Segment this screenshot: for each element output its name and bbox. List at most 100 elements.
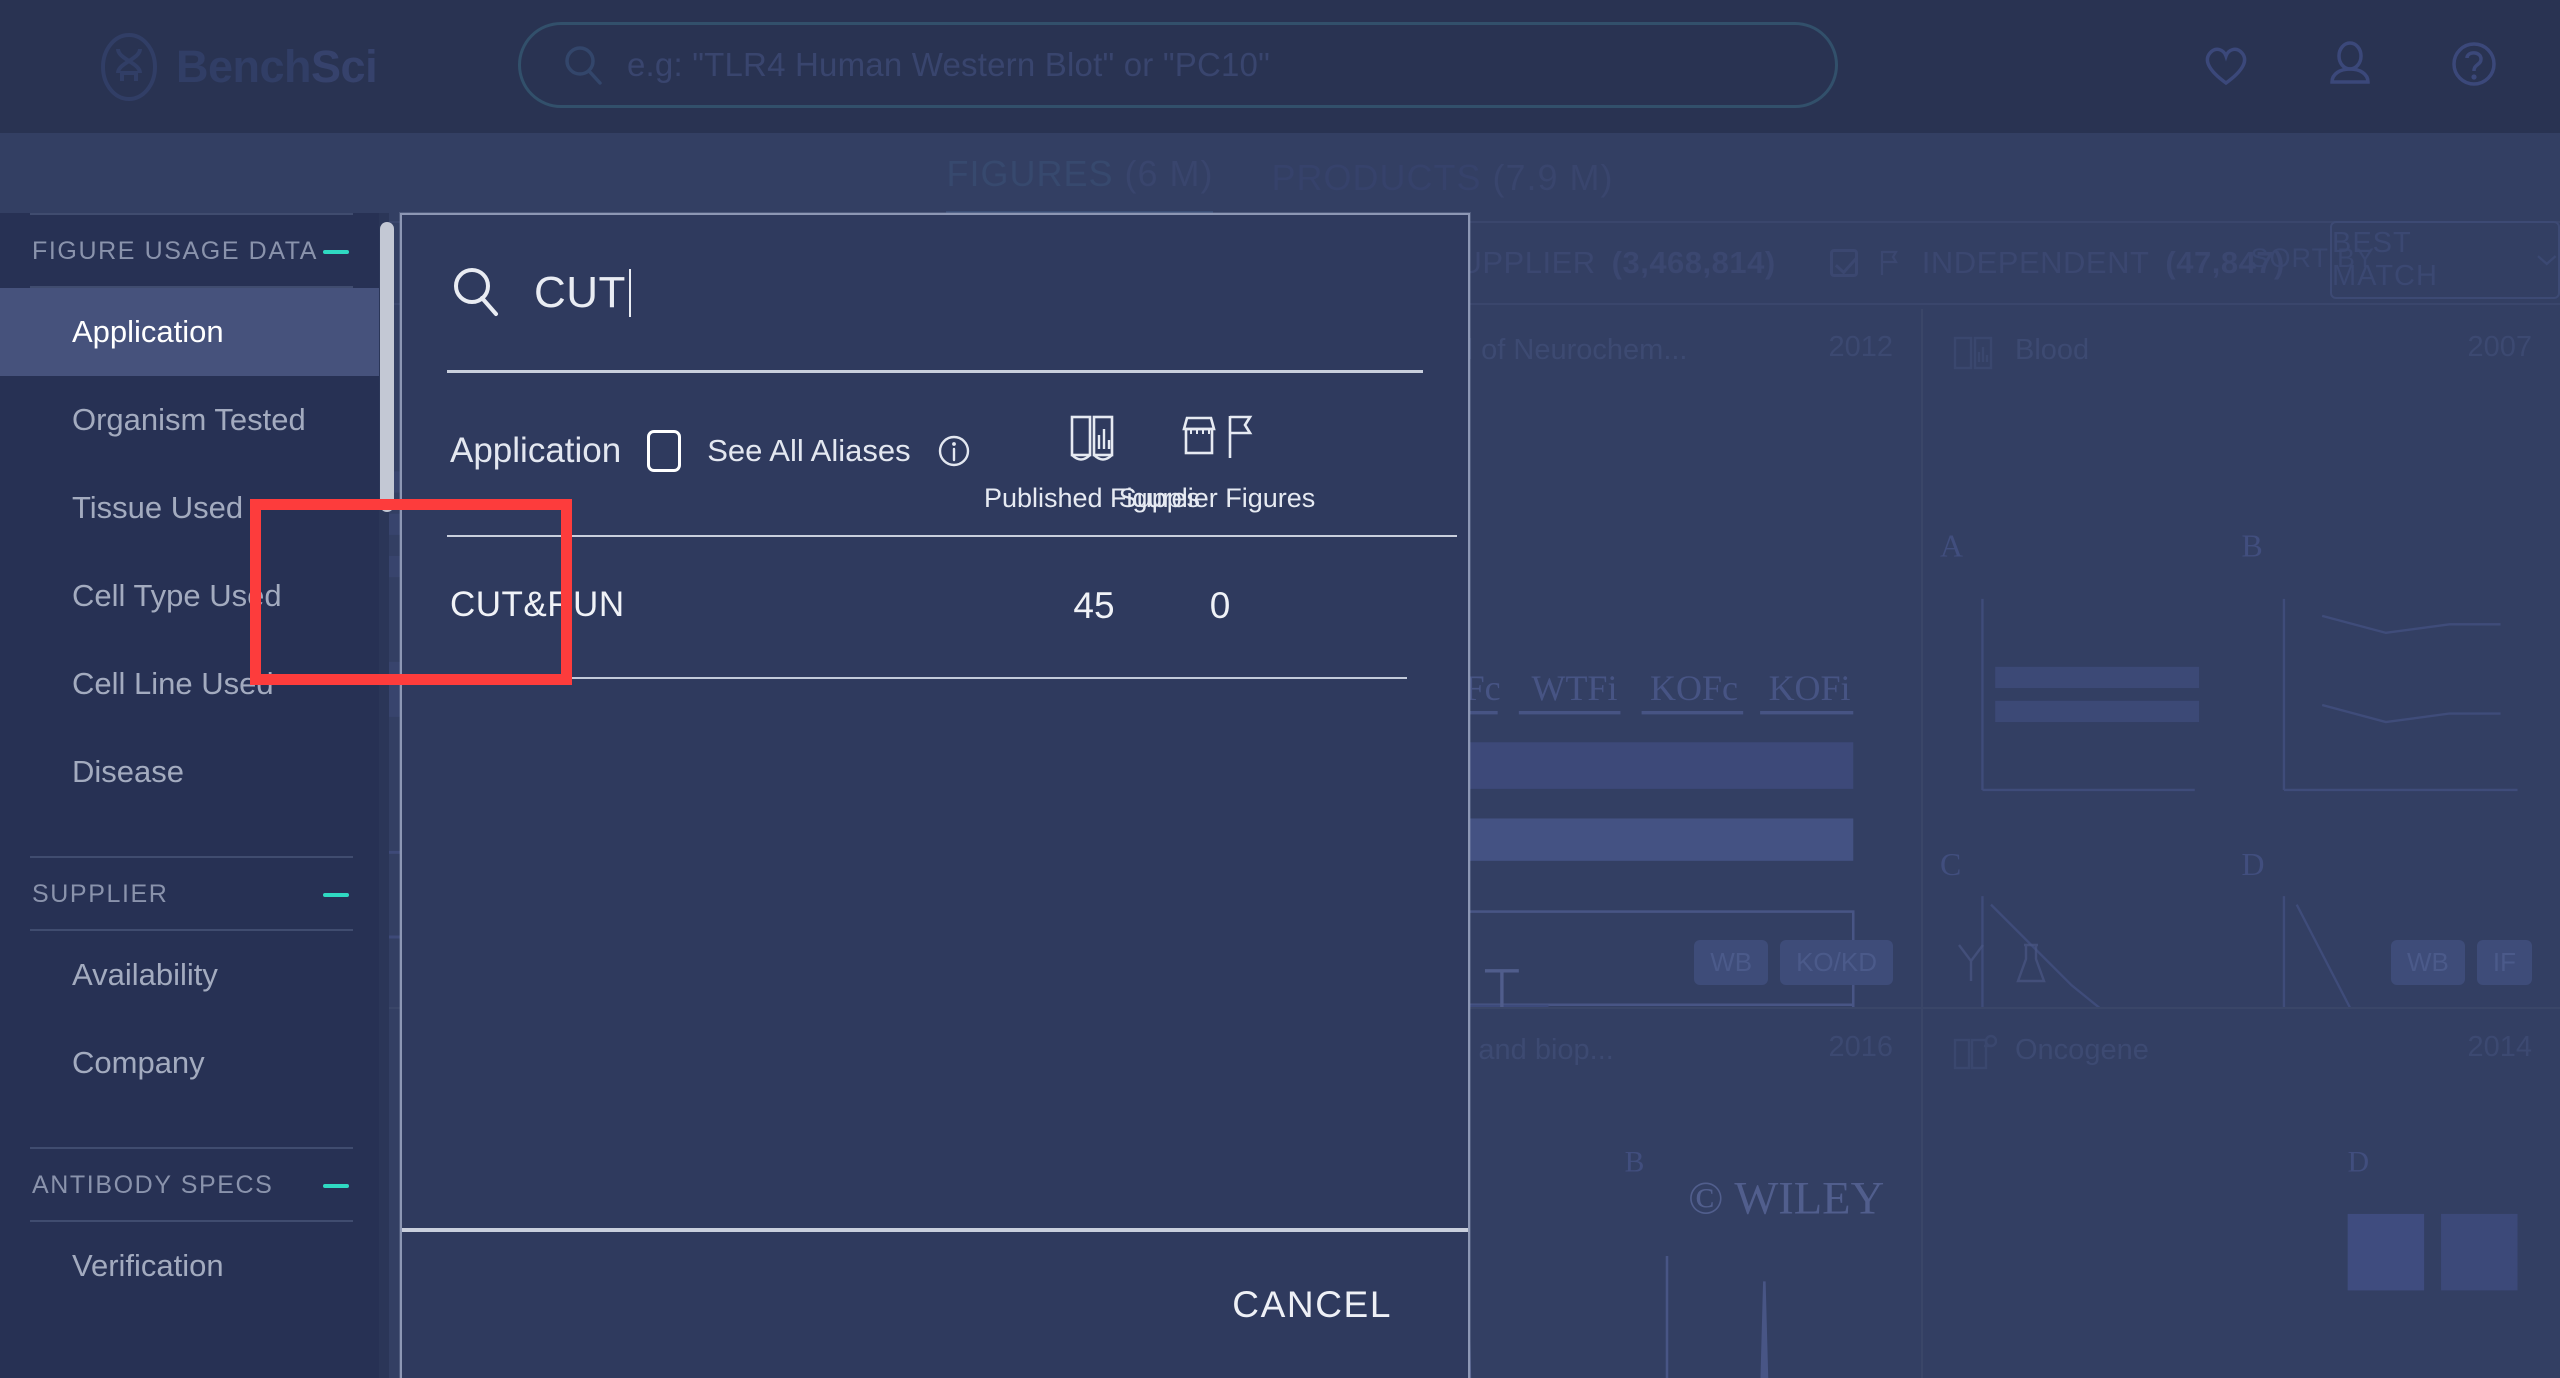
independent-icon [1880, 250, 1898, 275]
card-badges: WB IF [2391, 940, 2532, 985]
logo-bench: Bench [176, 40, 312, 92]
benchsci-logo-text: BenchSci [176, 40, 378, 93]
antibody-icon [1958, 943, 1984, 981]
card-header: Oncogene 2014 [1951, 1031, 2532, 1077]
modal-footer: CANCEL [402, 1228, 1468, 1378]
sidebar-item-label: Application [72, 314, 224, 349]
benchsci-logo[interactable]: BenchSci [98, 31, 378, 103]
modal-col-supplier-figures: Supplier Figures [1102, 411, 1332, 514]
svg-text:KOFi: KOFi [1769, 668, 1851, 708]
figure-card[interactable]: Blood 2007 AB CD EF WB IF [1923, 309, 2560, 1009]
card-year: 2016 [1828, 1031, 1893, 1063]
sidebar-section-title: ANTIBODY SPECS [32, 1171, 274, 1199]
results-tabs: FIGURES (6 M) PRODUCTS (7.9 M) [0, 153, 2560, 215]
published-journal-icon [1953, 336, 1993, 370]
tab-products-label: PRODUCTS [1271, 157, 1482, 198]
tab-products[interactable]: PRODUCTS (7.9 M) [1271, 157, 1613, 215]
filter-independent-label: INDEPENDENT [1921, 245, 2150, 280]
global-search-bar[interactable]: e.g: "TLR4 Human Western Blot" or "PC10" [518, 22, 1838, 108]
sidebar-section-antibody-specs[interactable]: ANTIBODY SPECS [0, 1149, 383, 1220]
card-badges: WB KO/KD [1694, 940, 1893, 985]
tab-products-count: (7.9 M) [1492, 157, 1614, 198]
badge: KO/KD [1780, 940, 1893, 985]
sidebar-item-label: Verification [72, 1248, 224, 1283]
flask-icon [2016, 943, 2046, 982]
modal-result-row[interactable]: CUT&RUN 45 0 [250, 499, 1468, 685]
svg-text:A: A [1940, 528, 1963, 563]
tab-figures-count: (6 M) [1124, 153, 1214, 194]
modal-col-supplier-label: Supplier Figures [1118, 483, 1316, 513]
application-filter-modal: CUT Application See All Aliases Publishe… [250, 213, 1470, 1378]
svg-text:KOFc: KOFc [1650, 668, 1738, 708]
modal-search-value: CUT [534, 267, 626, 317]
header-icon-group [2200, 38, 2500, 90]
sidebar-item-availability[interactable]: Availability [0, 931, 383, 1019]
tab-figures[interactable]: FIGURES (6 M) [946, 153, 1214, 215]
card-figure-thumbnail: AB CD EF [1940, 528, 2518, 1007]
card-figure-thumbnail: D [2347, 1146, 2518, 1291]
sidebar-item-verification[interactable]: Verification [0, 1222, 383, 1310]
sidebar-item-label: Tissue Used [72, 490, 244, 525]
sort-by-dropdown[interactable]: BEST MATCH [2330, 221, 2560, 299]
sidebar-item-application[interactable]: Application [0, 288, 383, 376]
sidebar-item-label: Organism Tested [72, 402, 306, 437]
modal-left-header: Application See All Aliases [450, 430, 971, 472]
chevron-down-icon [2537, 255, 2557, 266]
minus-icon[interactable] [323, 1183, 349, 1188]
see-all-aliases-label: See All Aliases [707, 433, 911, 468]
svg-text:D: D [2348, 1146, 2369, 1178]
benchsci-logo-icon [101, 32, 157, 101]
search-icon [454, 267, 498, 316]
svg-text:B: B [2241, 528, 2262, 563]
filter-independent[interactable]: INDEPENDENT (47,847) [1829, 245, 2285, 281]
modal-search-input[interactable]: CUT [534, 268, 631, 318]
info-icon[interactable] [937, 434, 971, 468]
independent-checkbox[interactable] [1829, 249, 1858, 277]
filters-sidebar: FIGURE USAGE DATA Application Organism T… [0, 213, 383, 1378]
sidebar-section-title: FIGURE USAGE DATA [32, 237, 319, 265]
card-year: 2014 [2467, 1031, 2532, 1063]
sort-by-value: BEST MATCH [2332, 227, 2438, 292]
sidebar-scrollbar-thumb[interactable] [380, 222, 394, 512]
svg-text:C: C [1940, 847, 1961, 882]
sidebar-item-label: Disease [72, 754, 184, 789]
sidebar-item-label: Availability [72, 957, 218, 992]
app-root: BenchSci e.g: "TLR4 Human Western Blot" … [0, 0, 2560, 1378]
sidebar-item-company[interactable]: Company [0, 1019, 383, 1107]
sidebar-item-disease[interactable]: Disease [0, 728, 383, 816]
highlight-box [250, 499, 572, 685]
search-icon [565, 46, 602, 85]
sidebar-item-organism-tested[interactable]: Organism Tested [0, 376, 383, 464]
see-all-aliases-checkbox[interactable] [647, 430, 682, 472]
cancel-button[interactable]: CANCEL [1232, 1284, 1392, 1326]
svg-text:D: D [2241, 847, 2264, 882]
tab-figures-label: FIGURES [946, 153, 1114, 194]
svg-text:B: B [1625, 1146, 1645, 1178]
filter-supplier-count: (3,468,814) [1611, 245, 1776, 280]
card-header: Blood 2007 [1951, 331, 2532, 377]
help-icon[interactable] [2448, 38, 2500, 90]
divider [477, 677, 1407, 679]
sidebar-section-supplier[interactable]: SUPPLIER [0, 858, 383, 929]
card-year: 2012 [1828, 331, 1893, 363]
modal-category-label: Application [450, 431, 622, 470]
minus-icon[interactable] [323, 892, 349, 897]
text-caret [628, 268, 631, 317]
result-published-figures: 45 [1073, 585, 1115, 626]
sidebar-section-figure-usage-data[interactable]: FIGURE USAGE DATA [0, 215, 383, 286]
svg-text:© WILEY: © WILEY [1688, 1174, 1884, 1225]
svg-text:WTFi: WTFi [1532, 668, 1618, 708]
modal-search-row[interactable]: CUT [402, 215, 1468, 370]
sidebar-item-label: Company [72, 1045, 205, 1080]
heart-icon[interactable] [2200, 38, 2252, 90]
card-year: 2007 [2467, 331, 2532, 363]
app-header: BenchSci e.g: "TLR4 Human Western Blot" … [0, 0, 2560, 133]
open-access-journal-icon [1953, 1034, 1997, 1070]
figure-card[interactable]: Oncogene 2014 D [1923, 1009, 2560, 1378]
user-icon[interactable] [2324, 38, 2376, 90]
card-journal: Oncogene [2015, 1034, 2149, 1066]
logo-sci: Sci [311, 40, 378, 92]
minus-icon[interactable] [323, 249, 349, 254]
